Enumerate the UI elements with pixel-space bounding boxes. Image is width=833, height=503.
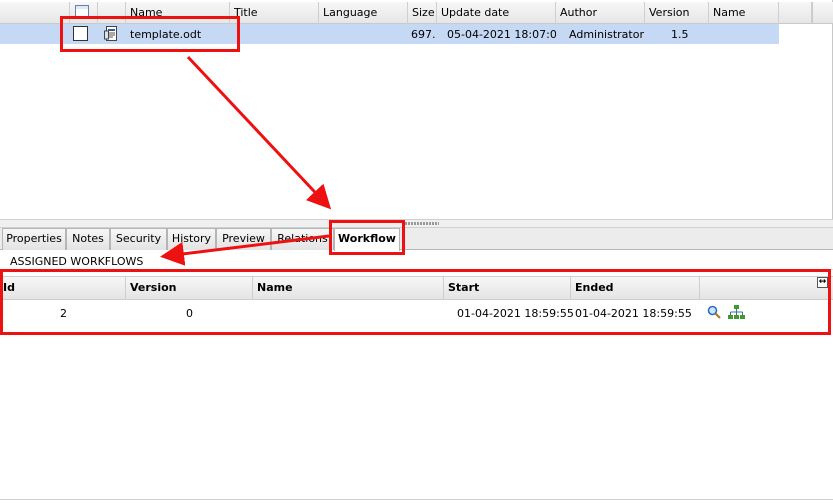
tab-relations[interactable]: Relations [271,228,334,250]
section-caption: ASSIGNED WORKFLOWS [10,255,144,268]
cell-language [319,24,408,44]
col-header-size[interactable]: Size [408,2,437,24]
annotation-box-workflow-tab [329,220,405,255]
tab-preview[interactable]: Preview [216,228,271,250]
annotation-box-document [60,16,240,52]
col-header-update-date[interactable]: Update date [437,2,556,24]
tab-notes[interactable]: Notes [66,228,110,250]
tab-properties[interactable]: Properties [2,228,66,250]
splitter-grip-icon[interactable] [405,222,439,225]
bottom-border [0,499,833,500]
col-header-language[interactable]: Language [319,2,408,24]
col-header-version[interactable]: Version [645,2,709,24]
cell-size: 697.9 [411,28,436,41]
cell-title [230,24,319,44]
cell-update-date: 05-04-2021 18:07:03 [447,28,556,41]
header-filler [812,2,833,24]
detail-tabbar: Properties Notes Security History Previe… [0,228,833,251]
annotation-box-workflow-grid [0,269,831,335]
cell-version: 1.5 [671,28,689,41]
cell-author: Administrator [569,28,644,41]
tab-security[interactable]: Security [110,228,167,250]
col-header-title[interactable]: Title [230,2,319,24]
col-header-author[interactable]: Author [556,2,645,24]
tab-history[interactable]: History [167,228,216,250]
col-header-extra-name[interactable]: Name [709,2,779,24]
header-end [779,2,812,24]
cell-extra-name [709,24,779,44]
